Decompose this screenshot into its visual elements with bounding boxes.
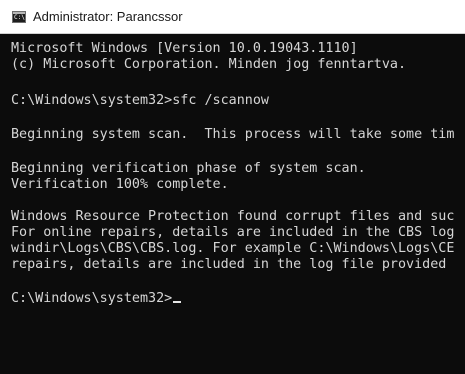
window-title: Administrator: Parancssor <box>33 9 183 24</box>
console-line-result-1: Windows Resource Protection found corrup… <box>11 209 455 224</box>
console-line-verification-complete: Verification 100% complete. <box>11 177 229 192</box>
command-prompt-icon: C:\ <box>12 11 26 23</box>
console-line-result-4: repairs, details are included in the log… <box>11 257 447 272</box>
console-prompt-line[interactable]: C:\Windows\system32> <box>11 291 182 306</box>
console-line-version: Microsoft Windows [Version 10.0.19043.11… <box>11 41 358 56</box>
console-line-scan-start: Beginning system scan. This process will… <box>11 127 455 142</box>
console-line-verification-phase: Beginning verification phase of system s… <box>11 161 366 176</box>
text-cursor <box>173 301 182 303</box>
command-prompt-window: C:\ Administrator: Parancssor Microsoft … <box>0 0 465 374</box>
console-line-result-2: For online repairs, details are included… <box>11 225 455 240</box>
title-bar[interactable]: C:\ Administrator: Parancssor <box>0 0 465 34</box>
command-prompt-icon-glyph: C:\ <box>14 14 25 21</box>
console-prompt: C:\Windows\system32> <box>11 291 173 306</box>
console-output-area[interactable]: Microsoft Windows [Version 10.0.19043.11… <box>0 34 465 374</box>
console-line-command: C:\Windows\system32>sfc /scannow <box>11 93 269 108</box>
console-line-result-3: windir\Logs\CBS\CBS.log. For example C:\… <box>11 241 455 256</box>
console-line-copyright: (c) Microsoft Corporation. Minden jog fe… <box>11 57 407 72</box>
